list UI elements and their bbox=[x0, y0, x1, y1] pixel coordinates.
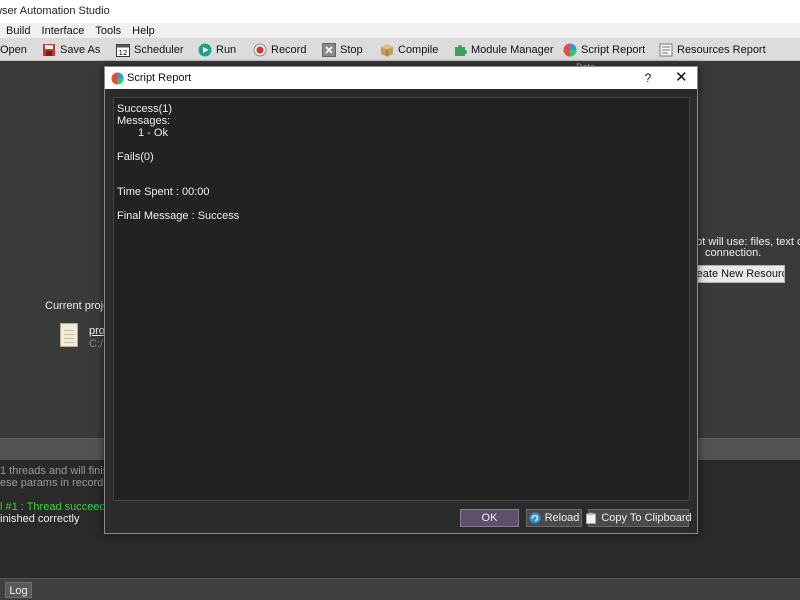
box-icon bbox=[380, 43, 394, 57]
message-item: 1 - Ok bbox=[138, 127, 168, 139]
module-manager-button[interactable]: Module Manager bbox=[453, 39, 554, 60]
scheduler-button[interactable]: 12 Scheduler bbox=[116, 39, 184, 60]
record-icon bbox=[253, 43, 267, 57]
save-as-button[interactable]: Save As bbox=[42, 39, 101, 60]
main-toolbar: Open Save As 12 Scheduler Run Record Sto… bbox=[0, 39, 800, 61]
run-label: Run bbox=[216, 44, 237, 56]
window-title: owser Automation Studio bbox=[0, 5, 110, 17]
fails-count: Fails(0) bbox=[117, 151, 154, 163]
compile-label: Compile bbox=[398, 44, 439, 56]
dialog-titlebar: Script Report ? ✕ bbox=[105, 67, 697, 89]
close-icon[interactable]: ✕ bbox=[675, 67, 688, 89]
dialog-title: Script Report bbox=[127, 72, 192, 84]
pie-chart-icon bbox=[111, 71, 124, 85]
tab-log[interactable]: Log bbox=[5, 582, 32, 598]
open-label: Open bbox=[0, 44, 27, 56]
report-text-area[interactable]: Success(1) Messages: 1 - Ok Fails(0) Tim… bbox=[113, 97, 690, 501]
compile-button[interactable]: Compile bbox=[380, 39, 439, 60]
run-button[interactable]: Run bbox=[198, 39, 237, 60]
reload-button-label: Reload bbox=[544, 512, 580, 524]
menu-bar: Build Interface Tools Help bbox=[0, 23, 800, 39]
clipboard-icon bbox=[585, 512, 597, 524]
log-line-success: l #1 : Thread succeeded bbox=[0, 501, 118, 513]
log-line: 1 threads and will finish bbox=[0, 465, 115, 477]
stop-icon bbox=[322, 43, 336, 57]
script-report-label: Script Report bbox=[581, 44, 646, 56]
ok-button[interactable]: OK bbox=[460, 509, 519, 527]
open-button[interactable]: Open bbox=[0, 39, 27, 60]
stop-label: Stop bbox=[340, 44, 363, 56]
time-spent: Time Spent : 00:00 bbox=[117, 186, 210, 198]
scheduler-label: Scheduler bbox=[134, 44, 184, 56]
reload-icon bbox=[529, 512, 541, 524]
reload-button[interactable]: Reload bbox=[526, 509, 582, 527]
project-path: C:/ bbox=[89, 338, 104, 350]
resources-report-button[interactable]: Resources Report bbox=[659, 39, 766, 60]
script-report-dialog: Script Report ? ✕ Success(1) Messages: 1… bbox=[104, 66, 698, 534]
report-icon bbox=[659, 43, 673, 57]
stop-button[interactable]: Stop bbox=[322, 39, 363, 60]
current-project-label: Current proje bbox=[45, 300, 110, 312]
script-report-button[interactable]: Script Report bbox=[563, 39, 646, 60]
copy-to-clipboard-button[interactable]: Copy To Clipboard bbox=[585, 509, 692, 527]
svg-text:12: 12 bbox=[119, 49, 128, 57]
resources-report-label: Resources Report bbox=[677, 44, 766, 56]
menu-tools[interactable]: Tools bbox=[91, 23, 125, 38]
puzzle-icon bbox=[453, 43, 467, 57]
project-name-link[interactable]: pro bbox=[89, 325, 105, 337]
pie-chart-icon bbox=[563, 43, 577, 57]
bottom-tabbar: Log bbox=[0, 578, 800, 600]
window-titlebar: owser Automation Studio bbox=[0, 0, 800, 23]
module-manager-label: Module Manager bbox=[471, 44, 554, 56]
success-count: Success(1) bbox=[117, 103, 173, 115]
record-button[interactable]: Record bbox=[253, 39, 307, 60]
create-new-resource-button[interactable]: reate New Resource bbox=[688, 265, 785, 283]
log-line: inished correctly bbox=[0, 513, 80, 525]
menu-interface[interactable]: Interface bbox=[38, 23, 89, 38]
resources-hint-line2: connection. bbox=[705, 247, 762, 259]
messages-label: Messages: bbox=[117, 115, 171, 127]
help-icon[interactable]: ? bbox=[643, 67, 653, 89]
save-icon bbox=[42, 43, 56, 57]
final-message: Final Message : Success bbox=[117, 210, 240, 222]
save-as-label: Save As bbox=[60, 44, 101, 56]
play-icon bbox=[198, 43, 212, 57]
menu-help[interactable]: Help bbox=[128, 23, 159, 38]
ok-button-label: OK bbox=[481, 512, 498, 524]
copy-button-label: Copy To Clipboard bbox=[601, 512, 692, 524]
project-file-icon bbox=[60, 323, 78, 347]
calendar-icon: 12 bbox=[116, 43, 130, 57]
record-label: Record bbox=[271, 44, 307, 56]
menu-build[interactable]: Build bbox=[2, 23, 34, 38]
